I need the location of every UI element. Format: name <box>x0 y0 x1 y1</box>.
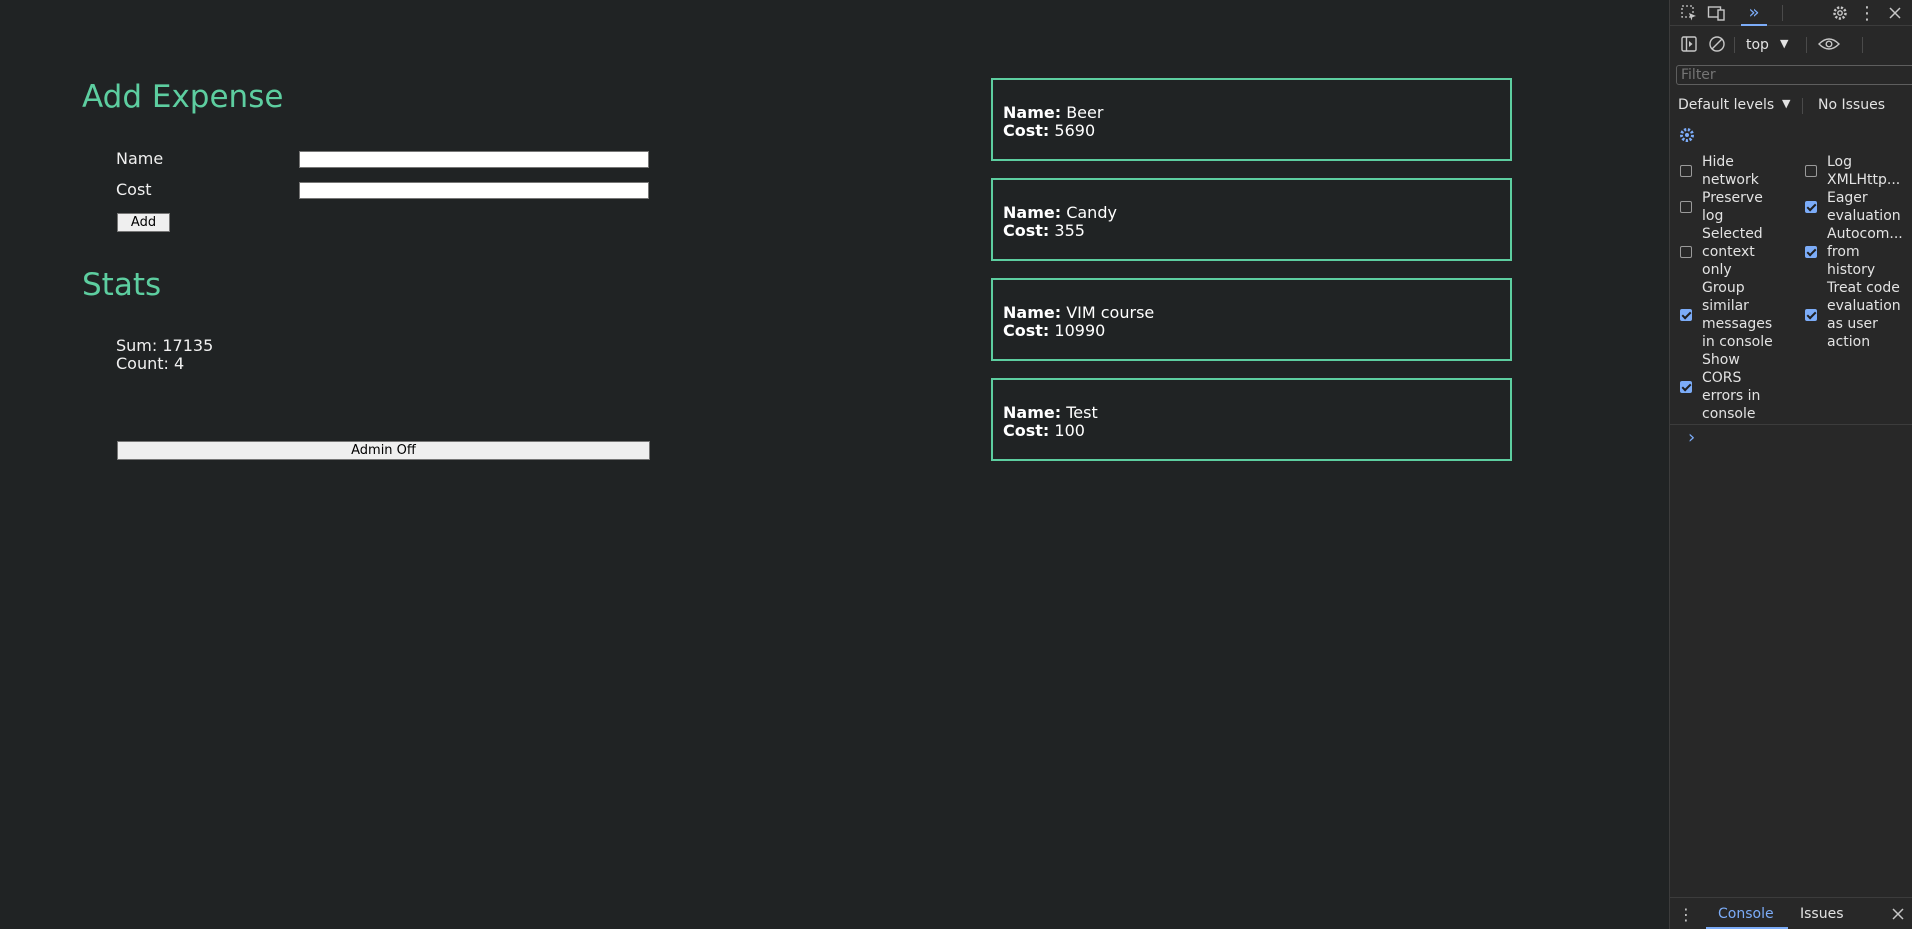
expense-cost-line: Cost: 355 <box>1003 221 1085 240</box>
expense-name: Beer <box>1066 103 1104 122</box>
cost-input[interactable] <box>299 182 649 199</box>
toolbar-divider <box>1782 5 1783 21</box>
expense-cost: 10990 <box>1054 321 1106 340</box>
group-similar-checkbox[interactable] <box>1680 309 1692 321</box>
add-expense-heading: Add Expense <box>82 79 284 115</box>
expense-card: Name: VIM course Cost: 10990 <box>991 278 1512 361</box>
sidebar-toggle-icon[interactable] <box>1678 33 1700 55</box>
toolbar-divider <box>1806 37 1807 53</box>
device-toolbar-icon[interactable] <box>1706 2 1728 24</box>
expense-name: VIM course <box>1066 303 1155 322</box>
selected-context-checkbox[interactable] <box>1680 246 1692 258</box>
toolbar-divider <box>1734 37 1735 53</box>
expense-name-line: Name: Beer <box>1003 103 1104 122</box>
close-devtools-icon[interactable] <box>1884 2 1906 24</box>
settings-divider <box>1670 424 1912 425</box>
drawer-tabbar: ⋮ Console Issues <box>1670 897 1912 929</box>
expense-cost-line: Cost: 100 <box>1003 421 1085 440</box>
levels-row: Default levels ▼ No Issues <box>1670 90 1912 120</box>
expense-cost: 5690 <box>1054 121 1096 140</box>
sum-text: Sum: 17135 <box>116 336 214 355</box>
devtools-toolbar: » ⋮ <box>1670 0 1912 26</box>
devtools-panel: » ⋮ top ▼ Default <box>1669 0 1912 929</box>
name-input[interactable] <box>299 151 649 168</box>
show-cors-label: Show CORS errors in console <box>1702 352 1761 422</box>
preserve-log-label: Preserve log <box>1702 190 1763 224</box>
expense-card: Name: Beer Cost: 5690 <box>991 78 1512 161</box>
issues-status[interactable]: No Issues <box>1818 97 1885 113</box>
tab-console[interactable]: Console <box>1718 906 1774 922</box>
log-xmlhttp-checkbox[interactable] <box>1805 165 1817 177</box>
hide-network-label: Hide network <box>1702 154 1759 188</box>
count-text: Count: 4 <box>116 354 185 373</box>
inspect-element-icon[interactable] <box>1678 2 1700 24</box>
group-similar-label: Group similar messages in console <box>1702 280 1773 350</box>
show-cors-checkbox[interactable] <box>1680 381 1692 393</box>
toolbar-divider <box>1862 37 1863 53</box>
dropdown-arrow-icon: ▼ <box>1780 37 1789 50</box>
autocomplete-history-checkbox[interactable] <box>1805 246 1817 258</box>
levels-value: Default levels <box>1678 97 1775 113</box>
expense-cost: 100 <box>1054 421 1085 440</box>
cost-label: Cost <box>116 180 152 199</box>
expense-card: Name: Candy Cost: 355 <box>991 178 1512 261</box>
name-label: Name <box>116 149 164 168</box>
console-settings-gear-icon[interactable] <box>1676 124 1698 146</box>
preserve-log-checkbox[interactable] <box>1680 201 1692 213</box>
filter-row <box>1670 64 1912 86</box>
expense-name-line: Name: Test <box>1003 403 1098 422</box>
expense-cost-line: Cost: 5690 <box>1003 121 1096 140</box>
context-selector[interactable]: top ▼ <box>1740 35 1800 55</box>
eager-evaluation-checkbox[interactable] <box>1805 201 1817 213</box>
console-toolbar: top ▼ <box>1670 27 1912 63</box>
dropdown-arrow-icon: ▼ <box>1782 97 1791 110</box>
more-tabs-chevron-icon[interactable]: » <box>1740 1 1768 23</box>
context-value: top <box>1746 37 1769 53</box>
expense-name-line: Name: Candy <box>1003 203 1117 222</box>
drawer-menu-icon[interactable]: ⋮ <box>1678 903 1694 925</box>
console-prompt-icon[interactable]: › <box>1688 428 1695 448</box>
expense-name: Candy <box>1066 203 1117 222</box>
close-drawer-icon[interactable] <box>1888 903 1908 925</box>
settings-gear-icon[interactable] <box>1829 2 1851 24</box>
app-viewport: Add Expense Name Cost Add Stats Sum: 171… <box>0 0 1669 929</box>
admin-toggle-button[interactable]: Admin Off <box>117 441 650 460</box>
expense-cost: 355 <box>1054 221 1085 240</box>
log-xmlhttp-label: Log XMLHttp... <box>1827 154 1901 188</box>
tab-issues[interactable]: Issues <box>1800 906 1844 922</box>
autocomplete-history-label: Autocom... from history <box>1827 226 1903 278</box>
levels-dropdown[interactable]: Default levels ▼ <box>1678 94 1790 116</box>
console-settings: Hide network Preserve log Selected conte… <box>1670 153 1912 425</box>
selected-context-label: Selected context only <box>1702 226 1763 278</box>
stats-heading: Stats <box>82 267 162 303</box>
active-tab-indicator <box>1741 24 1767 26</box>
expense-name-line: Name: VIM course <box>1003 303 1155 322</box>
treat-code-evaluation-checkbox[interactable] <box>1805 309 1817 321</box>
eager-evaluation-label: Eager evaluation <box>1827 190 1901 224</box>
expense-name: Test <box>1066 403 1098 422</box>
clear-console-icon[interactable] <box>1706 33 1728 55</box>
toolbar-divider <box>1802 98 1803 114</box>
live-expression-eye-icon[interactable] <box>1816 33 1842 55</box>
filter-input[interactable] <box>1676 65 1912 85</box>
expense-card: Name: Test Cost: 100 <box>991 378 1512 461</box>
more-options-icon[interactable]: ⋮ <box>1858 2 1876 24</box>
add-button[interactable]: Add <box>117 213 170 232</box>
hide-network-checkbox[interactable] <box>1680 165 1692 177</box>
expense-cost-line: Cost: 10990 <box>1003 321 1106 340</box>
treat-code-evaluation-label: Treat code evaluation as user action <box>1827 280 1901 350</box>
